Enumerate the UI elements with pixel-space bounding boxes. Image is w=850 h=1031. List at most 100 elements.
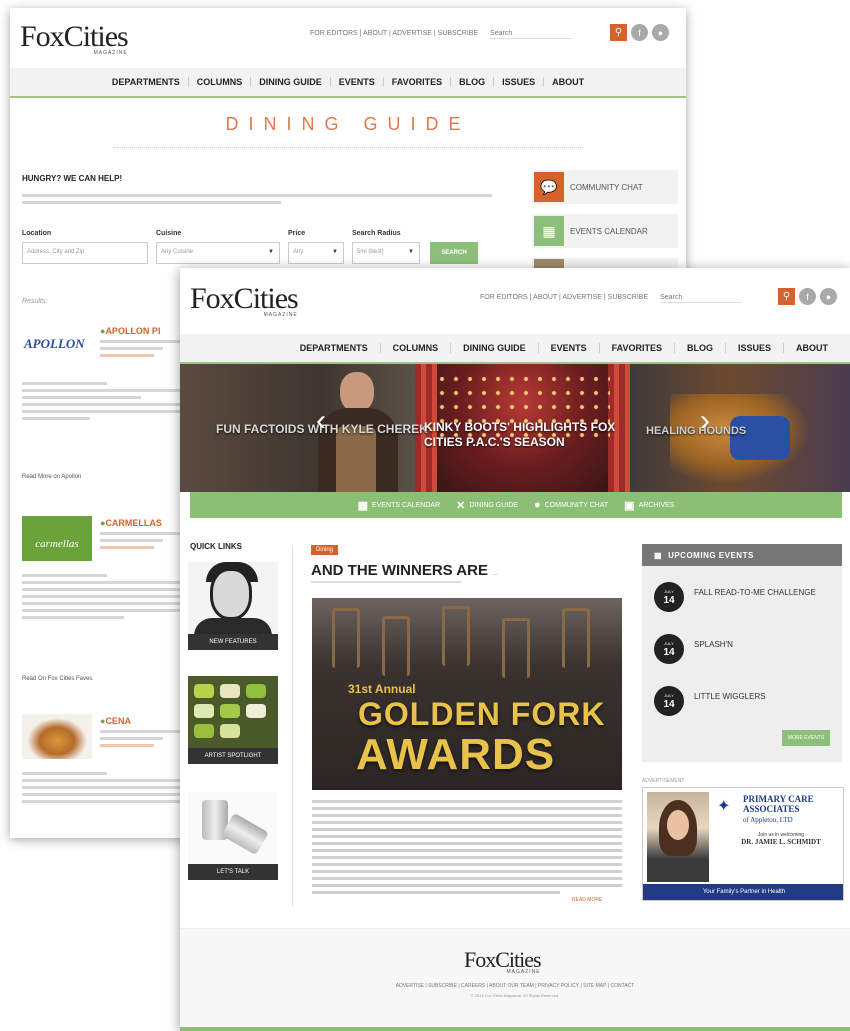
nav-issues[interactable]: ISSUES — [494, 77, 545, 87]
slide-title: HEALING HOUNDS — [646, 425, 747, 437]
event-text: FALL READ-TO-ME CHALLENGE — [694, 588, 816, 597]
quick-link-new-features[interactable]: NEW FEATURES — [188, 562, 278, 650]
nav-columns[interactable]: COLUMNS — [381, 343, 452, 353]
archive-icon: ▣ — [624, 499, 635, 512]
search-icon[interactable]: ⚲ — [778, 288, 795, 305]
top-link-subscribe[interactable]: SUBSCRIBE — [608, 294, 648, 301]
events-calendar-link[interactable]: ▦ EVENTS CALENDAR — [532, 214, 678, 248]
article-title-text: AND THE WINNERS ARE — [311, 562, 488, 579]
event-item[interactable]: JULY 14 FALL READ-TO-ME CHALLENGE — [654, 582, 834, 616]
price-value: Any — [293, 249, 304, 255]
doctor-photo — [647, 792, 709, 882]
intro-text — [22, 194, 492, 208]
restaurant-details — [22, 772, 192, 807]
more-events-button[interactable]: MORE EVENTS — [782, 730, 830, 746]
top-link-editors[interactable]: FOR EDITORS — [480, 294, 528, 301]
restaurant-logo[interactable]: APOLLON — [22, 324, 92, 369]
top-link-editors[interactable]: FOR EDITORS — [310, 30, 358, 37]
community-chat-link[interactable]: ● COMMUNITY CHAT — [534, 499, 608, 511]
nav-favorites[interactable]: FAVORITES — [600, 343, 675, 353]
restaurant-name[interactable]: CENA — [100, 716, 131, 726]
restaurant-name[interactable]: APOLLON PI — [100, 326, 160, 336]
nav-about[interactable]: ABOUT — [784, 343, 840, 353]
event-item[interactable]: JULY 14 LITTLE WIGGLERS — [654, 686, 834, 720]
nav-events[interactable]: EVENTS — [539, 343, 600, 353]
event-text: SPLASH'N — [694, 640, 733, 649]
site-logo[interactable]: FoxCities MAGAZINE — [190, 282, 299, 318]
top-links: FOR EDITORS | ABOUT | ADVERTISE | SUBSCR… — [310, 30, 573, 39]
price-select[interactable]: Any ▼ — [288, 242, 344, 264]
clinic-name-text: PRIMARY CARE ASSOCIATES — [743, 794, 814, 814]
nav-dining-guide[interactable]: DINING GUIDE — [451, 343, 539, 353]
site-logo[interactable]: FoxCities MAGAZINE — [20, 20, 129, 56]
community-chat-label: COMMUNITY CHAT — [570, 182, 643, 192]
radius-select[interactable]: 5mi (best) ▼ — [352, 242, 420, 264]
top-link-subscribe[interactable]: SUBSCRIBE — [438, 30, 478, 37]
nav-columns[interactable]: COLUMNS — [189, 77, 252, 87]
event-item[interactable]: JULY 14 SPLASH'N — [654, 634, 834, 668]
chair-graphic — [442, 606, 470, 666]
person-photo — [210, 568, 252, 620]
article-category-tag[interactable]: Dining — [311, 545, 339, 555]
facebook-icon[interactable]: f — [631, 24, 648, 41]
restaurant-read-more[interactable]: Read More on Apollon — [22, 474, 81, 480]
event-text: LITTLE WIGGLERS — [694, 692, 766, 701]
restaurant-logo[interactable]: carmellas — [22, 516, 92, 561]
slide-title: KINKY BOOTS' HIGHLIGHTS FOX CITIES P.A.C… — [424, 420, 616, 449]
location-input[interactable]: Address, City and Zip — [22, 242, 148, 264]
restaurant-read-more[interactable]: Read On Fox Cities Faves — [22, 676, 92, 682]
events-calendar-label: EVENTS CALENDAR — [372, 501, 441, 509]
restaurant-item: APOLLON APOLLON PI Read More on Apollon — [22, 324, 192, 494]
article-body — [312, 800, 622, 898]
restaurant-details — [22, 574, 192, 623]
dining-guide-link[interactable]: ✕ DINING GUIDE — [456, 499, 518, 512]
quick-link-artist-spotlight[interactable]: ARTIST SPOTLIGHT — [188, 676, 278, 764]
search-input[interactable]: Search — [660, 294, 743, 303]
archives-link[interactable]: ▣ ARCHIVES — [624, 499, 674, 512]
nav-events[interactable]: EVENTS — [331, 77, 384, 87]
advertisement-label: ADVERTISEMENT — [642, 778, 685, 784]
nav-blog[interactable]: BLOG — [675, 343, 726, 353]
search-button[interactable]: SEARCH — [430, 242, 478, 264]
quick-nav-bar: ▦ EVENTS CALENDAR ✕ DINING GUIDE ● COMMUNIT… — [190, 492, 842, 518]
search-input[interactable]: Search — [490, 30, 573, 39]
top-link-about[interactable]: ABOUT — [363, 30, 387, 37]
cuisine-select[interactable]: Any Cuisine ▼ — [156, 242, 280, 264]
art-tile — [220, 724, 240, 738]
nav-departments[interactable]: DEPARTMENTS — [288, 343, 381, 353]
quick-link-lets-talk[interactable]: LET'S TALK — [188, 792, 278, 880]
nav-favorites[interactable]: FAVORITES — [384, 77, 452, 87]
art-tile — [194, 724, 214, 738]
restaurant-name[interactable]: CARMELLAS — [100, 518, 162, 528]
calendar-icon: ▦ — [534, 216, 564, 246]
chevron-right-icon[interactable]: › — [700, 404, 710, 438]
hero-golden-fork-text: GOLDEN FORK — [358, 696, 606, 732]
article-title[interactable]: AND THE WINNERS ARE … — [311, 562, 498, 579]
chat-icon: 💬 — [534, 172, 564, 202]
events-calendar-link[interactable]: ▦ EVENTS CALENDAR — [358, 499, 440, 512]
art-tile — [220, 684, 240, 698]
top-link-advertise[interactable]: ADVERTISE — [392, 30, 432, 37]
art-tile — [194, 704, 214, 718]
search-icon[interactable]: ⚲ — [610, 24, 627, 41]
nav-issues[interactable]: ISSUES — [726, 343, 784, 353]
nav-dining-guide[interactable]: DINING GUIDE — [251, 77, 331, 87]
nav-blog[interactable]: BLOG — [451, 77, 495, 87]
social-icon[interactable]: ● — [820, 288, 837, 305]
restaurant-details — [22, 382, 192, 424]
chevron-left-icon[interactable]: ‹ — [316, 404, 326, 438]
article-hero-image[interactable]: 31st Annual GOLDEN FORK AWARDS — [312, 598, 622, 790]
community-chat-link[interactable]: 💬 COMMUNITY CHAT — [532, 170, 678, 204]
restaurant-photo[interactable] — [22, 714, 92, 759]
footer-logo[interactable]: FoxCities MAGAZINE — [464, 947, 542, 975]
hero-annual-text: 31st Annual — [348, 682, 416, 696]
advertisement-banner[interactable]: ✦ PRIMARY CARE ASSOCIATES of Appleton, LT… — [642, 787, 844, 901]
read-more-link[interactable]: READ MORE — [572, 897, 602, 903]
facebook-icon[interactable]: f — [799, 288, 816, 305]
top-link-about[interactable]: ABOUT — [533, 294, 557, 301]
footer-links[interactable]: ADVERTISE | SUBSCRIBE | CAREERS | ABOUT … — [180, 983, 850, 989]
nav-about[interactable]: ABOUT — [544, 77, 592, 87]
nav-departments[interactable]: DEPARTMENTS — [104, 77, 189, 87]
social-icon[interactable]: ● — [652, 24, 669, 41]
top-link-advertise[interactable]: ADVERTISE — [562, 294, 602, 301]
